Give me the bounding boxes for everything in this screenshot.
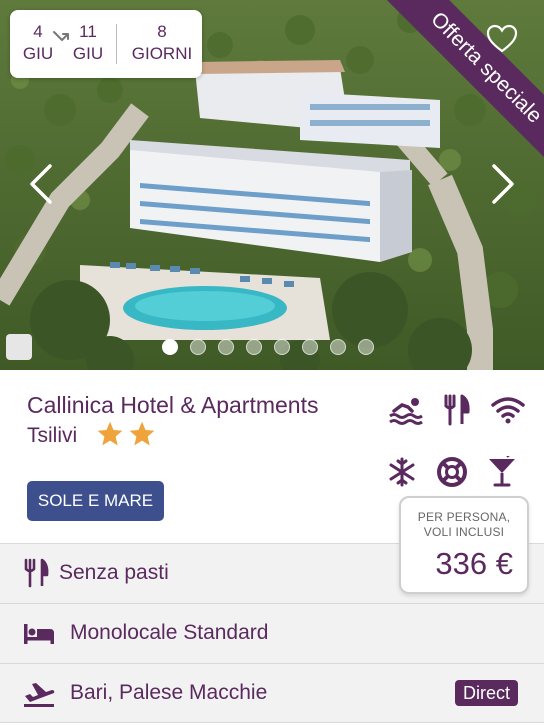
- star-icon: [97, 421, 123, 446]
- restaurant-icon: [24, 558, 49, 588]
- start-month: GIU: [22, 44, 54, 63]
- hotel-rating: [96, 420, 156, 448]
- trip-duration: 8 GIORNI: [124, 21, 200, 65]
- carousel-dot[interactable]: [218, 339, 234, 355]
- hotel-card[interactable]: 4 GIU 11 GIU 8 GIORNI Offerta speciale C…: [0, 0, 544, 726]
- flight-row: Bari, Palese Macchie Direct: [0, 663, 544, 723]
- carousel-dot[interactable]: [246, 339, 262, 355]
- carousel-dots: [162, 339, 374, 355]
- special-offer-ribbon: Offerta speciale: [374, 0, 544, 170]
- plane-departure-icon: [24, 683, 55, 707]
- wifi-icon: [491, 397, 525, 424]
- direct-flight-badge: Direct: [454, 680, 518, 706]
- carousel-dot[interactable]: [162, 339, 178, 355]
- end-day: 11: [79, 22, 97, 41]
- hotel-photo[interactable]: 4 GIU 11 GIU 8 GIORNI Offerta speciale: [0, 0, 544, 370]
- price-label-line1: PER PERSONA,: [417, 510, 511, 524]
- bed-icon: [24, 624, 54, 644]
- duration-count: 8: [157, 22, 167, 41]
- restaurant-icon: [444, 394, 470, 426]
- chevron-right-icon[interactable]: [488, 162, 518, 206]
- lifeguard-icon: [437, 457, 467, 487]
- chevron-left-icon[interactable]: [26, 162, 56, 206]
- end-date: 11 GIU: [66, 21, 110, 65]
- price-label-line2: VOLI INCLUSI: [423, 525, 505, 539]
- carousel-dot[interactable]: [302, 339, 318, 355]
- air-conditioning-icon: [389, 457, 415, 487]
- holiday-type-button[interactable]: SOLE E MARE: [27, 481, 164, 521]
- departure-airport: Bari, Palese Macchie: [70, 681, 268, 704]
- hotel-city: Tsilivi: [27, 424, 78, 447]
- swimming-pool-icon: [389, 398, 423, 425]
- star-icon: [129, 421, 155, 446]
- carousel-dot[interactable]: [358, 339, 374, 355]
- room-type: Monolocale Standard: [70, 621, 269, 644]
- bar-icon: [489, 456, 515, 487]
- travel-dates: 4 GIU 11 GIU 8 GIORNI: [10, 10, 202, 78]
- heart-icon[interactable]: [486, 24, 518, 54]
- duration-label: GIORNI: [131, 44, 193, 63]
- price-box[interactable]: PER PERSONA, VOLI INCLUSI 336 €: [399, 496, 529, 594]
- board-type: Senza pasti: [59, 561, 169, 584]
- room-row: Monolocale Standard: [0, 603, 544, 663]
- end-month: GIU: [72, 44, 104, 63]
- carousel-dot[interactable]: [330, 339, 346, 355]
- price-value: 336 €: [435, 546, 513, 581]
- price-label: PER PERSONA, VOLI INCLUSI: [401, 510, 527, 540]
- date-divider: [116, 24, 117, 64]
- hotel-name[interactable]: Callinica Hotel & Apartments: [27, 392, 318, 419]
- carousel-dot[interactable]: [190, 339, 206, 355]
- carousel-dot[interactable]: [274, 339, 290, 355]
- special-offer-text: Offerta speciale: [385, 0, 544, 169]
